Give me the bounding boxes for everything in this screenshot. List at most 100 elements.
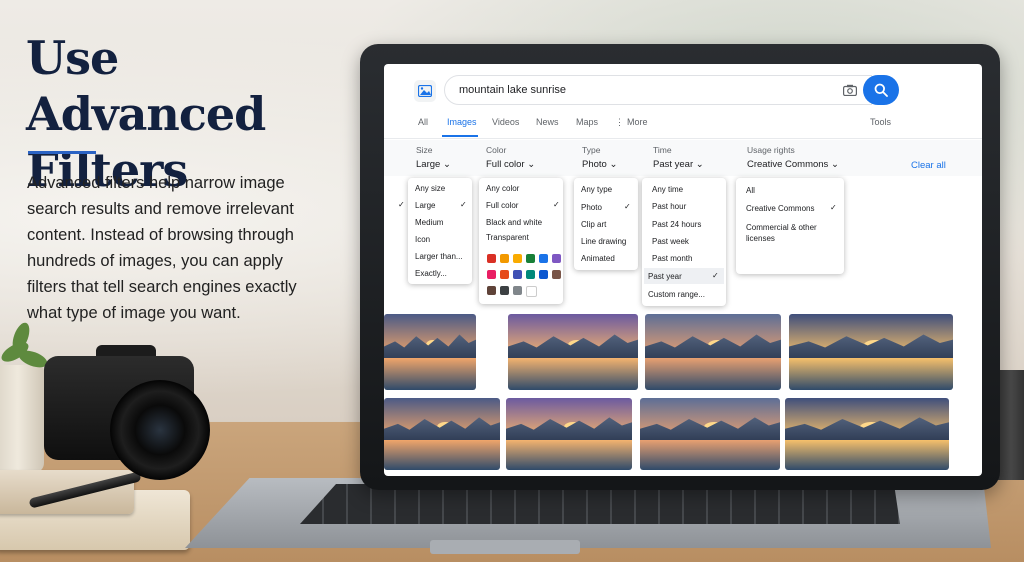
color-swatch[interactable] <box>487 270 496 279</box>
color-swatch[interactable] <box>487 286 496 295</box>
tools-button[interactable]: Tools <box>870 117 891 127</box>
time-filter[interactable]: Past year ⌄ <box>653 159 704 170</box>
type-filter-value: Photo <box>582 159 607 170</box>
laptop-keyboard <box>300 484 900 524</box>
chevron-down-icon: ⌄ <box>695 159 704 170</box>
result-image-thumbnail[interactable] <box>789 314 953 390</box>
time-option[interactable]: Past month <box>652 254 692 263</box>
color-swatch[interactable] <box>552 254 561 263</box>
result-image-thumbnail[interactable] <box>384 314 476 390</box>
color-swatch[interactable] <box>513 254 522 263</box>
search-tabs: All Images Videos News Maps ⋮ More Tools <box>384 114 982 139</box>
result-image-thumbnail[interactable] <box>785 398 949 470</box>
check-icon: ✓ <box>398 200 405 209</box>
color-swatch[interactable] <box>552 270 561 279</box>
tab-images[interactable]: Images <box>447 117 477 127</box>
usage-filter[interactable]: Creative Commons ⌄ <box>747 159 839 170</box>
search-button[interactable] <box>863 75 899 105</box>
usage-option[interactable]: Creative Commons <box>746 204 814 213</box>
result-image-thumbnail[interactable] <box>384 398 500 470</box>
check-icon: ✓ <box>553 200 560 209</box>
headline-underline <box>28 151 96 154</box>
size-option[interactable]: Medium <box>415 218 443 227</box>
size-option[interactable]: Large <box>415 201 435 210</box>
color-swatch[interactable] <box>487 254 496 263</box>
filter-bar: Size Large ⌄ Color Full color ⌄ Type Pho… <box>384 140 982 176</box>
color-option[interactable]: Black and white <box>486 218 542 227</box>
color-swatch[interactable] <box>539 270 548 279</box>
color-filter-value: Full color <box>486 159 525 170</box>
type-option[interactable]: Any type <box>581 185 612 194</box>
result-image-thumbnail[interactable] <box>508 314 638 390</box>
time-option[interactable]: Past year <box>648 272 682 281</box>
time-option[interactable]: Custom range... <box>648 290 705 299</box>
color-filter[interactable]: Full color ⌄ <box>486 159 535 170</box>
check-icon: ✓ <box>712 271 719 280</box>
color-swatch[interactable] <box>500 254 509 263</box>
color-option[interactable]: Full color <box>486 201 518 210</box>
camera-search-icon[interactable] <box>843 83 858 101</box>
time-option[interactable]: Past week <box>652 237 689 246</box>
time-option[interactable]: Past 24 hours <box>652 220 701 229</box>
check-icon: ✓ <box>460 200 467 209</box>
size-option[interactable]: Any size <box>415 184 445 193</box>
usage-filter-label: Usage rights <box>747 145 795 155</box>
type-option[interactable]: Animated <box>581 254 615 263</box>
size-option[interactable]: Icon <box>415 235 430 244</box>
tab-videos[interactable]: Videos <box>492 117 519 127</box>
camera-lens <box>110 380 210 480</box>
time-option[interactable]: Any time <box>652 185 683 194</box>
usage-option[interactable]: Commercial & other licenses <box>746 222 830 244</box>
more-dots-icon[interactable]: ⋮ <box>615 117 624 128</box>
type-dropdown: Any type Photo ✓ Clip art Line drawing A… <box>574 178 638 270</box>
laptop-screen: mountain lake sunrise All Images Videos … <box>384 64 982 476</box>
image-search-icon[interactable] <box>414 80 436 102</box>
result-image-thumbnail[interactable] <box>506 398 632 470</box>
color-option[interactable]: Any color <box>486 184 519 193</box>
time-filter-value: Past year <box>653 159 694 170</box>
tab-more[interactable]: More <box>627 117 648 127</box>
laptop-trackpad-edge <box>430 540 580 554</box>
size-option[interactable]: Larger than... <box>415 252 463 261</box>
result-image-thumbnail[interactable] <box>640 398 780 470</box>
tab-maps[interactable]: Maps <box>576 117 598 127</box>
usage-filter-value: Creative Commons <box>747 159 829 170</box>
color-swatch[interactable] <box>539 254 548 263</box>
color-swatch[interactable] <box>500 286 509 295</box>
size-filter[interactable]: Large ⌄ <box>416 159 451 170</box>
type-option[interactable]: Photo <box>581 203 602 212</box>
usage-option[interactable]: All <box>746 186 755 195</box>
size-option[interactable]: Exactly... <box>415 269 447 278</box>
tab-news[interactable]: News <box>536 117 559 127</box>
search-row: mountain lake sunrise <box>384 64 982 114</box>
color-swatch[interactable] <box>513 270 522 279</box>
clear-all-button[interactable]: Clear all <box>911 160 946 171</box>
time-option[interactable]: Past hour <box>652 202 686 211</box>
type-filter[interactable]: Photo ⌄ <box>582 159 617 170</box>
time-dropdown: Any time Past hour Past 24 hours Past we… <box>642 178 726 306</box>
color-swatch[interactable] <box>526 254 535 263</box>
check-icon: ✓ <box>624 202 631 211</box>
tab-all[interactable]: All <box>418 117 428 127</box>
color-dropdown: Any color Full color ✓ Black and white T… <box>479 178 563 304</box>
type-option[interactable]: Line drawing <box>581 237 626 246</box>
size-dropdown: Any size Large ✓ Medium Icon Larger than… <box>408 178 472 284</box>
color-option[interactable]: Transparent <box>486 233 529 242</box>
color-swatch[interactable] <box>526 270 535 279</box>
plant-pot <box>0 365 44 473</box>
color-swatch[interactable] <box>526 286 537 297</box>
chevron-down-icon: ⌄ <box>442 159 451 170</box>
type-option[interactable]: Clip art <box>581 220 606 229</box>
size-filter-label: Size <box>416 145 433 155</box>
description-text: Advanced filters help narrow image searc… <box>27 174 297 322</box>
search-input[interactable]: mountain lake sunrise <box>444 75 872 105</box>
color-swatch[interactable] <box>513 286 522 295</box>
usage-dropdown: All Creative Commons ✓ Commercial & othe… <box>736 178 844 274</box>
color-swatch[interactable] <box>500 270 509 279</box>
chevron-down-icon: ⌄ <box>830 159 839 170</box>
result-image-thumbnail[interactable] <box>645 314 781 390</box>
check-icon: ✓ <box>830 203 837 212</box>
type-filter-label: Type <box>582 145 601 155</box>
chevron-down-icon: ⌄ <box>527 159 536 170</box>
active-tab-indicator <box>442 135 478 137</box>
